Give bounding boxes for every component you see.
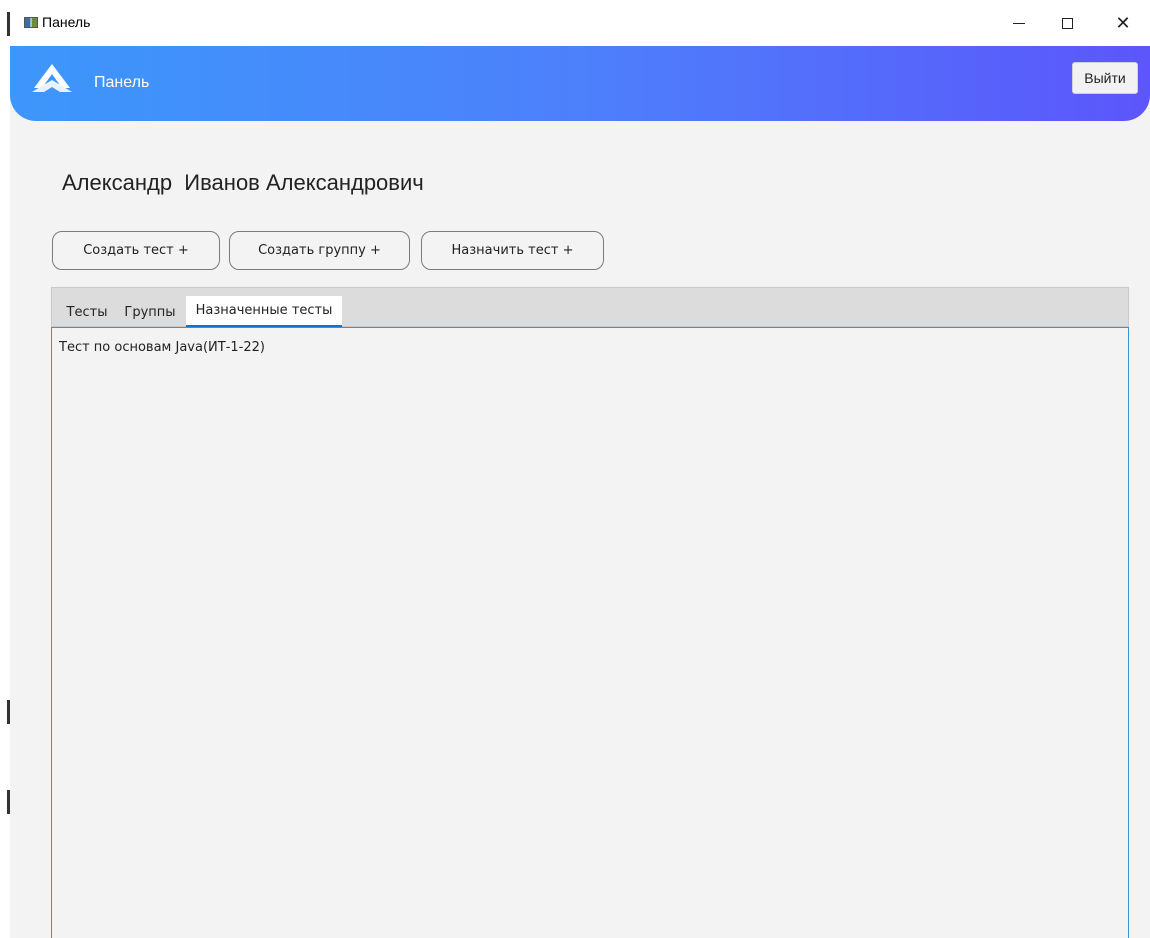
list-item[interactable]: Тест по основам Java(ИТ-1-22): [59, 340, 265, 355]
close-button[interactable]: ✕: [1100, 8, 1146, 38]
left-edge-strip: [0, 0, 10, 938]
app-icon: [24, 17, 38, 28]
tab-pane: Тесты Группы Назначенные тесты Тест по о…: [51, 287, 1129, 938]
tab-tests[interactable]: Тесты: [59, 296, 115, 328]
minimize-button[interactable]: [996, 8, 1042, 38]
header-title: Панель: [94, 74, 150, 91]
minimize-icon: [1013, 22, 1025, 24]
logo-icon: [32, 64, 72, 92]
create-group-button[interactable]: Создать группу +: [229, 231, 410, 270]
tab-assigned-tests[interactable]: Назначенные тесты: [186, 296, 342, 328]
window-title: Панель: [42, 14, 91, 30]
assign-test-button[interactable]: Назначить тест +: [421, 231, 604, 270]
header-bar: Панель Выйти: [10, 46, 1150, 121]
create-test-button[interactable]: Создать тест +: [52, 231, 220, 270]
maximize-icon: [1061, 17, 1073, 29]
close-icon: ✕: [1115, 13, 1131, 33]
title-bar: Панель ✕: [10, 0, 1150, 46]
assigned-tests-list: Тест по основам Java(ИТ-1-22): [51, 327, 1129, 938]
maximize-button[interactable]: [1044, 8, 1090, 38]
logout-button[interactable]: Выйти: [1072, 62, 1138, 94]
tab-groups[interactable]: Группы: [118, 296, 182, 328]
tab-header: Тесты Группы Назначенные тесты: [51, 287, 1129, 328]
app-window: Панель ✕ Панель Выйти Александр Иванов А…: [10, 0, 1150, 938]
user-full-name: Александр Иванов Александрович: [62, 170, 424, 195]
